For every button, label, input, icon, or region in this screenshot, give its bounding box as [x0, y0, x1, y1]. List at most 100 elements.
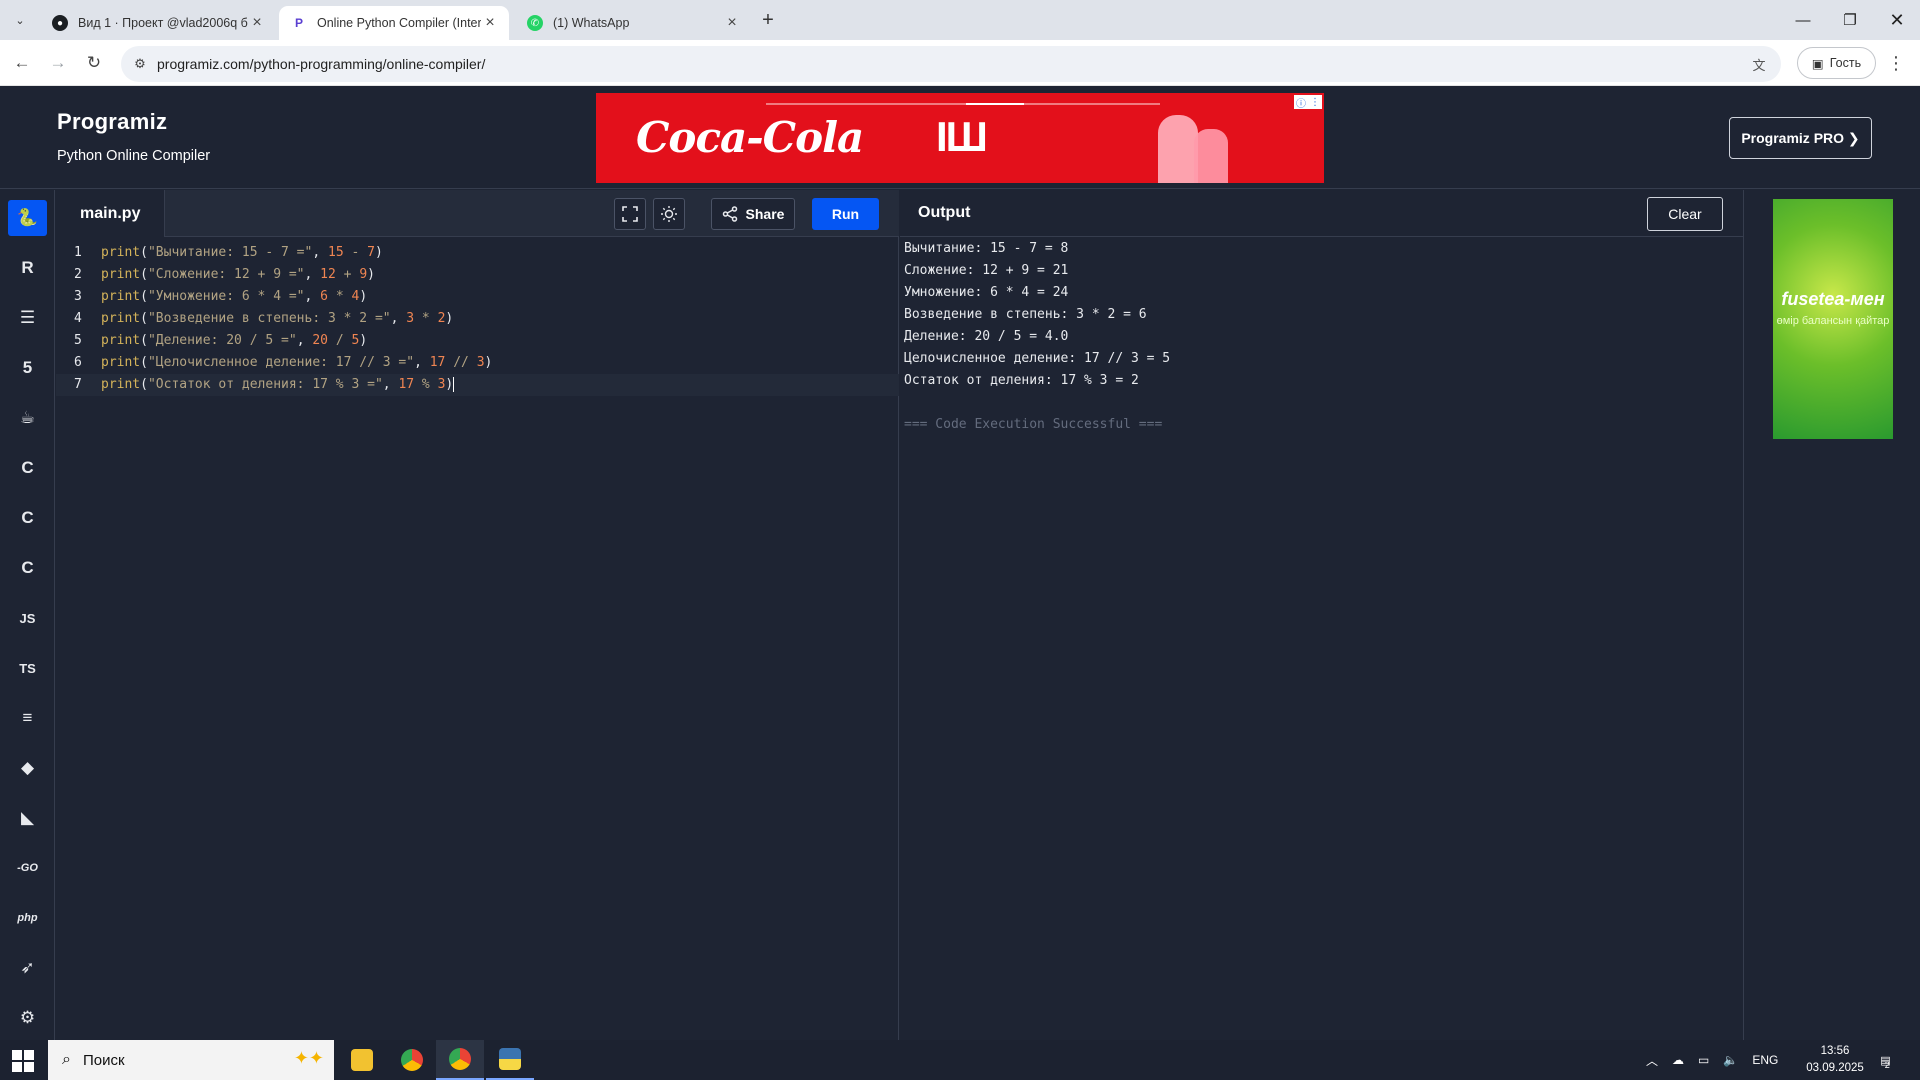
line-number: 5	[74, 333, 82, 348]
code-line[interactable]: 3 print("Умножение: 6 * 4 =", 6 * 4)	[56, 286, 899, 308]
taskbar-clock[interactable]: 13:56 03.09.2025	[1800, 1043, 1870, 1077]
sidebar-item-html5[interactable]: 5	[8, 350, 47, 386]
code-text: print("Деление: 20 / 5 =", 20 / 5)	[101, 330, 367, 352]
ruby-icon: ◆	[20, 758, 35, 777]
run-button[interactable]: Run	[812, 198, 879, 230]
comma-token: ,	[296, 333, 313, 348]
ad-info-icon[interactable]: ⓘ ⋮	[1294, 95, 1322, 110]
profile-icon: ▣	[1811, 56, 1824, 71]
clear-button[interactable]: Clear	[1647, 197, 1723, 231]
paren-token: (	[140, 311, 148, 326]
start-button[interactable]	[8, 1048, 36, 1072]
chrome-app-active[interactable]	[436, 1040, 484, 1080]
sidebar-item-java[interactable]: ☕	[8, 400, 47, 436]
output-title: Output	[918, 204, 971, 221]
browser-tab-programiz[interactable]: P Online Python Compiler (Interp ×	[279, 6, 509, 40]
sql-icon: ☰	[19, 308, 36, 327]
sidebar-item-go[interactable]: -GO	[8, 850, 47, 886]
string-token: "Возведение в степень: 3 * 2 ="	[147, 311, 391, 326]
sidebar-item-csharp[interactable]: C	[8, 550, 47, 586]
reload-button[interactable]: ↻	[80, 49, 108, 77]
chrome-app[interactable]	[388, 1040, 436, 1080]
code-line[interactable]: 4 print("Возведение в степень: 3 * 2 =", …	[56, 308, 899, 330]
forward-button[interactable]: →	[44, 49, 72, 77]
browser-menu-icon[interactable]: ⋮	[1884, 50, 1908, 76]
chevron-up-icon[interactable]: ︿	[1646, 1052, 1658, 1069]
code-line[interactable]: 2 print("Сложение: 12 + 9 =", 12 + 9)	[56, 264, 899, 286]
sidebar-item-python[interactable]: 🐍	[8, 200, 47, 236]
operator-token: +	[335, 267, 360, 282]
minimize-button[interactable]: —	[1780, 0, 1826, 40]
top-ad-banner[interactable]: Coca-Cola ІШ ⓘ ⋮	[596, 93, 1324, 183]
browser-tab-github[interactable]: ● Вид 1 · Проект @vlad2006q бе ×	[40, 6, 276, 40]
comma-token: ,	[390, 311, 407, 326]
tab-title: Вид 1 · Проект @vlad2006q бе	[78, 16, 248, 30]
sidebar-item-sql[interactable]: ☰	[8, 300, 47, 336]
output-console[interactable]: Вычитание: 15 - 7 = 8 Сложение: 12 + 9 = …	[904, 238, 1734, 436]
translate-icon[interactable]: 文	[1749, 54, 1769, 74]
code-line[interactable]: 1 print("Вычитание: 15 - 7 =", 15 - 7)	[56, 242, 899, 264]
number-token: 7	[367, 245, 375, 260]
text-cursor	[453, 377, 455, 392]
share-icon	[722, 206, 737, 222]
line-number: 7	[74, 377, 82, 392]
sidebar-item-scala[interactable]: ≡	[8, 700, 47, 736]
sidebar-item-ruby[interactable]: ◆	[8, 750, 47, 786]
new-tab-button[interactable]: +	[756, 8, 780, 32]
close-tab-icon[interactable]: ×	[481, 14, 499, 32]
profile-button[interactable]: ▣ Гость	[1797, 47, 1876, 79]
notification-center-button[interactable]: ▤ 2	[1872, 1048, 1898, 1072]
side-ad-banner[interactable]: fusetea-мен өмір балансын қайтар	[1773, 199, 1893, 439]
tab-search-button[interactable]: ⌄	[8, 8, 32, 32]
search-icon: ⌕	[62, 1051, 71, 1068]
sidebar-item-cpp[interactable]: C	[8, 500, 47, 536]
code-editor[interactable]: 1 print("Вычитание: 15 - 7 =", 15 - 7) 2 pr…	[56, 238, 899, 1040]
share-button[interactable]: Share	[711, 198, 795, 230]
close-window-button[interactable]: ✕	[1874, 0, 1920, 40]
sidebar-item-c[interactable]: C	[8, 450, 47, 486]
string-token: "Сложение: 12 + 9 ="	[147, 267, 305, 282]
browser-tab-whatsapp[interactable]: ✆ (1) WhatsApp ×	[515, 6, 751, 40]
string-token: "Умножение: 6 * 4 ="	[147, 289, 305, 304]
file-explorer-app[interactable]	[338, 1040, 386, 1080]
keyboard-language[interactable]: ENG	[1752, 1053, 1778, 1067]
operator-token: *	[328, 289, 352, 304]
sidebar-item-javascript[interactable]: JS	[8, 600, 47, 636]
back-button[interactable]: ←	[8, 49, 36, 77]
restore-button[interactable]: ❐	[1827, 0, 1873, 40]
code-line[interactable]: 5 print("Деление: 20 / 5 =", 20 / 5)	[56, 330, 899, 352]
url-text: programiz.com/python-programming/online-…	[157, 56, 486, 72]
network-icon[interactable]: ▭	[1698, 1053, 1709, 1067]
sidebar-item-php[interactable]: php	[8, 900, 47, 936]
file-tab-main-py[interactable]: main.py	[56, 190, 165, 237]
java-icon: ☕	[19, 408, 36, 427]
sidebar-item-typescript[interactable]: TS	[8, 650, 47, 686]
github-icon: ●	[52, 15, 68, 31]
paren-token: (	[140, 289, 148, 304]
paren-token: )	[359, 333, 368, 348]
code-line[interactable]: 6 print("Целочисленное деление: 17 // 3 =…	[56, 352, 899, 374]
close-tab-icon[interactable]: ×	[248, 14, 266, 32]
side-ad-brand: fusetea-мен	[1781, 289, 1885, 309]
line-number: 4	[74, 311, 82, 326]
site-info-icon[interactable]: ⚙	[131, 55, 149, 73]
python-idle-app[interactable]	[486, 1040, 534, 1080]
code-line[interactable]: 7 print("Остаток от деления: 17 % 3 =", 1…	[56, 374, 899, 396]
paren-token: )	[367, 267, 375, 282]
sidebar-item-rust[interactable]: ⚙	[8, 1000, 47, 1036]
close-tab-icon[interactable]: ×	[723, 14, 741, 32]
taskbar-search[interactable]: ⌕ Поиск ✦✦	[48, 1040, 334, 1080]
fullscreen-button[interactable]	[614, 198, 646, 230]
volume-icon[interactable]: 🔈	[1723, 1053, 1738, 1067]
function-token: print	[101, 355, 141, 370]
programiz-pro-button[interactable]: Programiz PRO ❯	[1729, 117, 1872, 159]
theme-toggle-button[interactable]	[653, 198, 685, 230]
programiz-logo[interactable]: Programiz	[57, 109, 167, 135]
onedrive-icon[interactable]: ☁	[1672, 1053, 1684, 1067]
address-bar[interactable]: ⚙ programiz.com/python-programming/onlin…	[121, 46, 1781, 82]
sidebar-item-kotlin[interactable]: ◣	[8, 800, 47, 836]
number-token: 3	[406, 311, 415, 326]
sidebar-item-r[interactable]: R	[8, 250, 47, 286]
sidebar-item-swift[interactable]: ➶	[8, 950, 47, 986]
line-number: 2	[74, 267, 82, 282]
